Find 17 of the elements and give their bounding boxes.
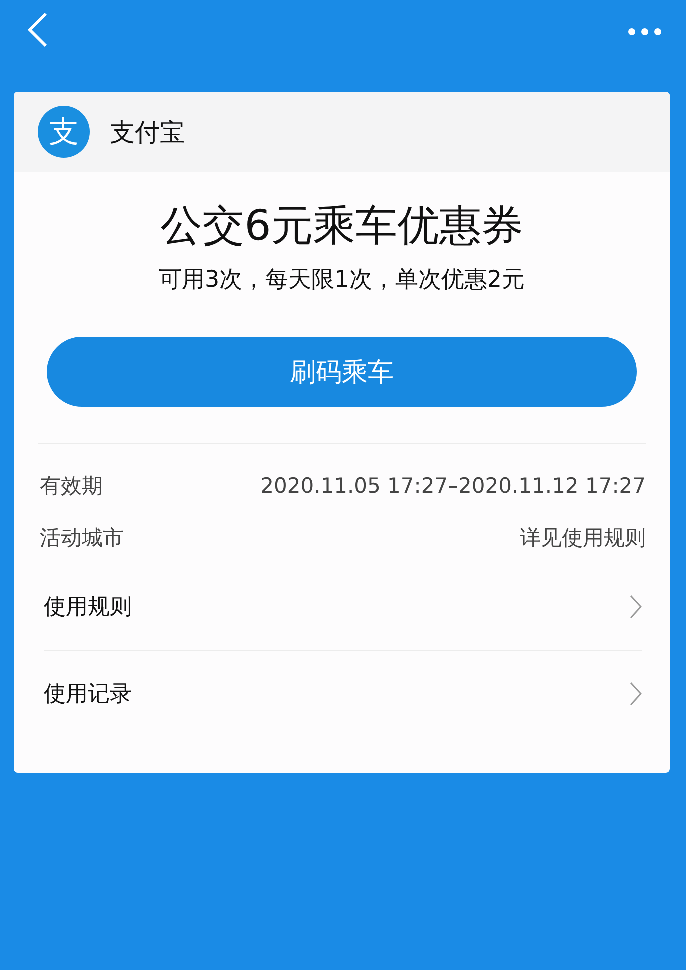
back-icon[interactable] (27, 12, 49, 48)
link-label: 使用记录 (44, 681, 132, 709)
more-icon[interactable] (628, 28, 662, 36)
link-label: 使用规则 (44, 594, 132, 622)
detail-value: 2020.11.05 17:27–2020.11.12 17:27 (260, 474, 646, 498)
detail-label: 有效期 (40, 473, 103, 500)
scan-ride-button[interactable]: 刷码乘车 (47, 337, 637, 407)
link-row[interactable]: 使用规则 (44, 564, 642, 650)
chevron-right-icon (630, 595, 642, 619)
issuer-name: 支付宝 (110, 116, 185, 148)
detail-label: 活动城市 (40, 525, 124, 552)
logo-icon: 支 (38, 106, 90, 158)
coupon-title: 公交6元乘车优惠券 (160, 200, 524, 252)
link-row[interactable]: 使用记录 (44, 651, 642, 737)
detail-value: 详见使用规则 (520, 525, 646, 552)
coupon-subtitle: 可用3次，每天限1次，单次优惠2元 (158, 266, 526, 295)
chevron-right-icon (630, 682, 642, 706)
